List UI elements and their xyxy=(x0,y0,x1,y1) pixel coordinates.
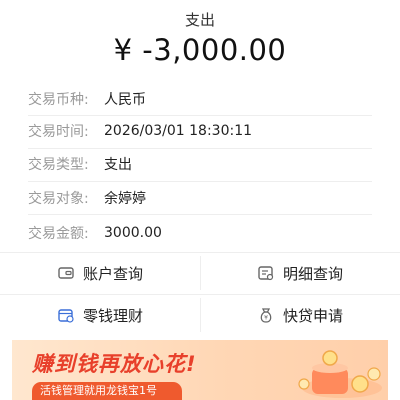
svg-text:¥: ¥ xyxy=(264,315,268,322)
account-query-button[interactable]: 账户查询 xyxy=(0,252,200,294)
detail-list-icon xyxy=(257,264,275,282)
divider xyxy=(28,214,372,215)
detail-label: 交易对象: xyxy=(28,191,89,207)
detail-query-button[interactable]: 明细查询 xyxy=(200,252,400,294)
transaction-amount: ¥ -3,000.00 xyxy=(113,33,287,67)
detail-value: 余婷婷 xyxy=(104,191,146,207)
quick-actions: 账户查询 明细查询 零钱理财 ¥ 快贷申请 xyxy=(0,252,400,336)
quick-loan-button[interactable]: ¥ 快贷申请 xyxy=(200,294,400,336)
detail-label: 交易币种: xyxy=(28,92,89,108)
detail-value: 人民币 xyxy=(104,92,146,108)
detail-row-amount: 交易金额: 3000.00 xyxy=(28,222,162,244)
banner-subtitle: 活钱管理就用龙钱宝1号 xyxy=(32,382,182,400)
divider xyxy=(28,148,372,149)
detail-row-time: 交易时间: 2026/03/01 18:30:11 xyxy=(28,120,252,142)
detail-value: 支出 xyxy=(104,157,132,173)
detail-value: 2026/03/01 18:30:11 xyxy=(104,123,253,139)
change-finance-label: 零钱理财 xyxy=(82,306,143,325)
detail-row-type: 交易类型: 支出 xyxy=(28,153,132,175)
quick-loan-label: 快贷申请 xyxy=(282,306,343,325)
coin-box-icon xyxy=(57,306,75,324)
divider xyxy=(28,115,372,116)
banner-title: 赚到钱再放心花! xyxy=(32,352,197,376)
detail-label: 交易时间: xyxy=(28,124,89,140)
account-query-label: 账户查询 xyxy=(82,264,143,283)
money-bag-icon: ¥ xyxy=(257,306,275,324)
wallet-icon xyxy=(57,264,75,282)
detail-value: 3000.00 xyxy=(104,225,162,241)
detail-label: 交易金额: xyxy=(28,226,89,242)
detail-label: 交易类型: xyxy=(28,157,89,173)
divider xyxy=(28,181,372,182)
change-finance-button[interactable]: 零钱理财 xyxy=(0,294,200,336)
transaction-type-title: 支出 xyxy=(184,11,215,29)
promo-banner[interactable]: 赚到钱再放心花! 活钱管理就用龙钱宝1号 xyxy=(12,340,388,400)
detail-row-counterparty: 交易对象: 余婷婷 xyxy=(28,187,146,209)
detail-query-label: 明细查询 xyxy=(282,264,343,283)
detail-row-currency: 交易币种: 人民币 xyxy=(28,88,146,110)
coin-pot-illustration xyxy=(282,344,388,400)
